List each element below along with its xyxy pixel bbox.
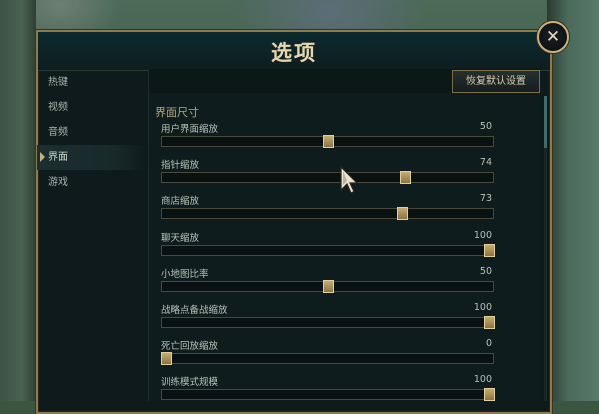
slider-thumb[interactable] bbox=[322, 135, 334, 148]
panel-topbar: 恢复默认设置 bbox=[149, 69, 540, 93]
dialog-title: 选项 bbox=[271, 41, 317, 65]
setting-value: 100 bbox=[473, 229, 492, 241]
background-right-edge bbox=[547, 0, 599, 401]
setting-label: 训练模式规模 bbox=[161, 377, 219, 389]
sidebar-item[interactable]: 游戏 bbox=[37, 170, 147, 195]
section-title: 界面尺寸 bbox=[155, 106, 199, 119]
setting-label: 小地图比率 bbox=[161, 268, 209, 280]
dialog-header: 选项 bbox=[38, 32, 550, 71]
close-icon: ✕ bbox=[545, 27, 561, 47]
setting-value: 73 bbox=[479, 193, 492, 205]
sidebar-item-label: 热键 bbox=[48, 77, 68, 88]
slider-track[interactable] bbox=[161, 316, 495, 329]
setting-value: 74 bbox=[479, 157, 492, 169]
setting-label: 商店缩放 bbox=[161, 196, 200, 208]
settings-scrollbar[interactable] bbox=[544, 96, 547, 401]
sidebar-item-label: 界面 bbox=[48, 152, 68, 163]
mouse-pointer-icon bbox=[340, 166, 359, 194]
setting-label: 聊天缩放 bbox=[161, 232, 200, 244]
slider-track[interactable] bbox=[161, 243, 495, 257]
slider-track[interactable] bbox=[161, 207, 494, 221]
slider-track[interactable] bbox=[161, 388, 495, 402]
setting-row: 指针缩放 74 bbox=[149, 157, 494, 187]
setting-row: 用户界面缩放 50 bbox=[149, 121, 494, 151]
setting-value: 0 bbox=[485, 338, 492, 350]
slider-thumb[interactable] bbox=[484, 243, 495, 257]
slider-track[interactable] bbox=[161, 135, 494, 148]
setting-row: 小地图比率 50 bbox=[149, 266, 494, 296]
setting-value: 50 bbox=[479, 121, 492, 132]
setting-label: 指针缩放 bbox=[161, 160, 200, 172]
reset-defaults-button[interactable]: 恢复默认设置 bbox=[452, 70, 540, 93]
setting-value: 100 bbox=[473, 374, 492, 386]
scrollbar-thumb[interactable] bbox=[544, 96, 547, 148]
sidebar-item[interactable]: 视频 bbox=[37, 95, 147, 120]
options-sidebar: 热键视频音频界面游戏 bbox=[37, 70, 147, 195]
setting-value: 50 bbox=[479, 265, 492, 277]
settings-panel: 恢复默认设置 界面尺寸 用户界面缩放 50 指针缩放 74 商店缩放 73 聊天缩放 100 小… bbox=[148, 69, 540, 404]
sidebar-item[interactable]: 音频 bbox=[37, 120, 147, 145]
slider-thumb[interactable] bbox=[400, 171, 412, 185]
setting-label: 战略点备战缩放 bbox=[161, 305, 228, 316]
sidebar-item[interactable]: 界面 bbox=[37, 145, 147, 170]
sidebar-item-label: 音频 bbox=[48, 127, 68, 138]
slider-thumb[interactable] bbox=[322, 279, 334, 293]
slider-thumb[interactable] bbox=[161, 352, 172, 366]
slider-track[interactable] bbox=[161, 279, 494, 293]
sidebar-item[interactable]: 热键 bbox=[37, 70, 147, 95]
sidebar-item-label: 视频 bbox=[48, 102, 68, 113]
setting-row: 战略点备战缩放 100 bbox=[149, 302, 495, 332]
slider-thumb[interactable] bbox=[484, 316, 495, 329]
slider-track[interactable] bbox=[161, 171, 494, 185]
slider-thumb[interactable] bbox=[484, 388, 495, 402]
setting-row: 聊天缩放 100 bbox=[149, 229, 495, 260]
setting-row: 死亡回放缩放 0 bbox=[149, 338, 494, 368]
slider-track[interactable] bbox=[161, 352, 494, 366]
sidebar-item-label: 游戏 bbox=[48, 177, 68, 188]
slider-thumb[interactable] bbox=[396, 207, 408, 221]
setting-label: 死亡回放缩放 bbox=[161, 341, 219, 353]
close-button[interactable]: ✕ bbox=[537, 21, 569, 53]
setting-value: 100 bbox=[473, 302, 492, 313]
setting-row: 训练模式规模 100 bbox=[149, 374, 495, 404]
setting-label: 用户界面缩放 bbox=[161, 124, 219, 135]
setting-row: 商店缩放 73 bbox=[149, 193, 494, 223]
background-left-edge bbox=[0, 0, 36, 401]
